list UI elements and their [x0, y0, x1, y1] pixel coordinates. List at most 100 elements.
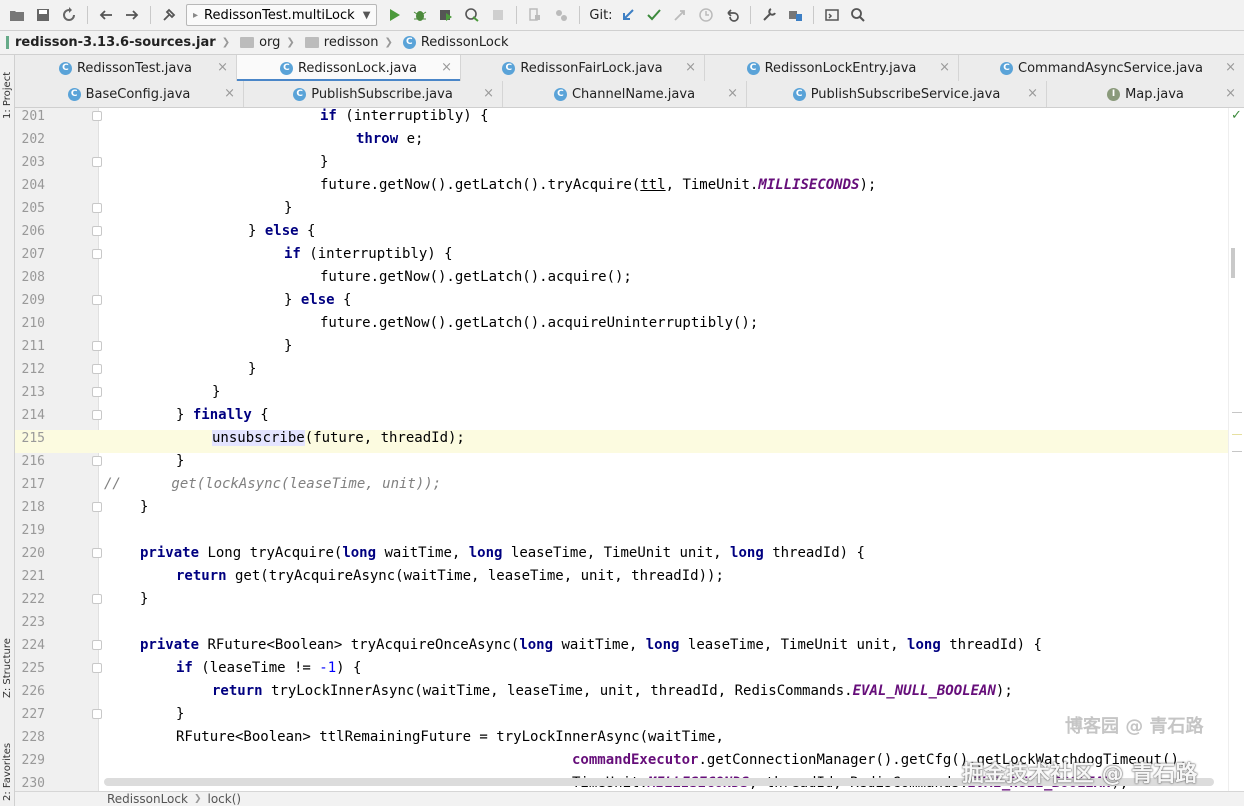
tab-publish-subscribe-service[interactable]: C PublishSubscribeService.java × — [747, 81, 1047, 107]
tab-publish-subscribe[interactable]: C PublishSubscribe.java × — [244, 81, 503, 107]
code-line[interactable]: 227} — [15, 706, 1228, 729]
close-icon[interactable]: × — [483, 86, 494, 101]
fold-marker-icon[interactable] — [92, 249, 102, 259]
close-icon[interactable]: × — [1027, 86, 1038, 101]
close-icon[interactable]: × — [685, 60, 696, 75]
attach-icon[interactable] — [524, 4, 546, 26]
project-structure-icon[interactable] — [784, 4, 806, 26]
tab-redisson-test[interactable]: C RedissonTest.java × — [15, 55, 237, 81]
fold-marker-icon[interactable] — [92, 203, 102, 213]
breadcrumb-org[interactable]: org ❯ — [240, 35, 301, 50]
stop-icon[interactable] — [487, 4, 509, 26]
settings-wrench-icon[interactable] — [758, 4, 780, 26]
tab-redisson-lock-entry[interactable]: C RedissonLockEntry.java × — [705, 55, 959, 81]
code-line[interactable]: 202 throw e; — [15, 131, 1228, 154]
git-rollback-icon[interactable] — [721, 4, 743, 26]
forward-arrow-icon[interactable] — [121, 4, 143, 26]
tab-command-async-service[interactable]: C CommandAsyncService.java × — [959, 55, 1244, 81]
code-line[interactable]: 226 return tryLockInnerAsync(waitTime, le… — [15, 683, 1228, 706]
open-folder-icon[interactable] — [6, 4, 28, 26]
favorites-tool-button[interactable]: 2: Favorites — [0, 723, 15, 801]
close-icon[interactable]: × — [224, 86, 235, 101]
close-icon[interactable]: × — [939, 60, 950, 75]
close-icon[interactable]: × — [727, 86, 738, 101]
code-line[interactable]: 228 RFuture<Boolean> ttlRemainingFuture =… — [15, 729, 1228, 752]
code-line[interactable]: 213} — [15, 384, 1228, 407]
fold-marker-icon[interactable] — [92, 640, 102, 650]
breadcrumb-redisson[interactable]: redisson ❯ — [304, 35, 399, 50]
code-line[interactable]: 203} — [15, 154, 1228, 177]
code-line[interactable]: 208 future.getNow().getLatch().acquire(); — [15, 269, 1228, 292]
breadcrumb-jar[interactable]: redisson-3.13.6-sources.jar ❯ — [6, 35, 236, 50]
sync-icon[interactable] — [58, 4, 80, 26]
code-line[interactable]: 216} — [15, 453, 1228, 476]
code-line[interactable]: 209} else { — [15, 292, 1228, 315]
fold-marker-icon[interactable] — [92, 456, 102, 466]
fold-marker-icon[interactable] — [92, 157, 102, 167]
status-crumb-class[interactable]: RedissonLock — [107, 792, 188, 806]
fold-marker-icon[interactable] — [92, 594, 102, 604]
code-line[interactable]: 212} — [15, 361, 1228, 384]
close-icon[interactable]: × — [217, 60, 228, 75]
fold-marker-icon[interactable] — [92, 410, 102, 420]
project-tool-button[interactable]: 1: Project — [0, 61, 15, 119]
fold-marker-icon[interactable] — [92, 548, 102, 558]
tab-base-config[interactable]: C BaseConfig.java × — [15, 81, 244, 107]
fold-marker-icon[interactable] — [92, 364, 102, 374]
run-configuration-select[interactable]: ▸ RedissonTest.multiLock ▼ — [186, 4, 378, 26]
status-crumb-method[interactable]: lock() — [208, 792, 242, 806]
debug-icon[interactable] — [409, 4, 431, 26]
git-update-icon[interactable] — [617, 4, 639, 26]
code-line[interactable]: 201 if (interruptibly) { — [15, 108, 1228, 131]
git-push-icon[interactable] — [669, 4, 691, 26]
git-commit-check-icon[interactable] — [643, 4, 665, 26]
tab-redisson-fair-lock[interactable]: C RedissonFairLock.java × — [461, 55, 705, 81]
tab-channel-name[interactable]: C ChannelName.java × — [503, 81, 747, 107]
code-line[interactable]: 221 return get(tryAcquireAsync(waitTime, … — [15, 568, 1228, 591]
build-hammer-icon[interactable] — [158, 4, 180, 26]
tab-redisson-lock[interactable]: C RedissonLock.java × — [237, 55, 461, 82]
scrollbar-thumb[interactable] — [1231, 248, 1235, 278]
fold-marker-icon[interactable] — [92, 709, 102, 719]
fold-marker-icon[interactable] — [92, 295, 102, 305]
coverage-icon[interactable] — [550, 4, 572, 26]
code-line[interactable]: 217 // get(lockAsync(leaseTime, unit)); — [15, 476, 1228, 499]
code-line[interactable]: 225 if (leaseTime != -1) { — [15, 660, 1228, 683]
search-icon[interactable] — [847, 4, 869, 26]
code-line[interactable]: 210 future.getNow().getLatch().acquireUni… — [15, 315, 1228, 338]
code-line[interactable]: 205} — [15, 200, 1228, 223]
close-icon[interactable]: × — [1225, 60, 1236, 75]
fold-marker-icon[interactable] — [92, 111, 102, 121]
run-icon[interactable] — [383, 4, 405, 26]
close-icon[interactable]: × — [441, 60, 452, 75]
run-with-coverage-icon[interactable] — [435, 4, 457, 26]
git-history-clock-icon[interactable] — [695, 4, 717, 26]
code-line[interactable]: 207 if (interruptibly) { — [15, 246, 1228, 269]
code-editor[interactable]: 201 if (interruptibly) { 202 throw e; 203}… — [15, 108, 1244, 791]
save-icon[interactable] — [32, 4, 54, 26]
fold-marker-icon[interactable] — [92, 387, 102, 397]
code-line[interactable]: 219 — [15, 522, 1228, 545]
code-line[interactable]: 222} — [15, 591, 1228, 614]
fold-marker-icon[interactable] — [92, 663, 102, 673]
terminal-icon[interactable] — [821, 4, 843, 26]
back-arrow-icon[interactable] — [95, 4, 117, 26]
code-line[interactable]: 206} else { — [15, 223, 1228, 246]
close-icon[interactable]: × — [1225, 86, 1236, 101]
code-line[interactable]: 223 — [15, 614, 1228, 637]
editor-error-stripe[interactable]: ✓ — [1228, 108, 1244, 791]
inspection-ok-check-icon[interactable]: ✓ — [1231, 108, 1242, 123]
breadcrumb-class[interactable]: C RedissonLock — [402, 35, 509, 50]
fold-marker-icon[interactable] — [92, 341, 102, 351]
code-line[interactable]: 214} finally { — [15, 407, 1228, 430]
tab-map[interactable]: I Map.java × — [1047, 81, 1244, 107]
code-line[interactable]: 218} — [15, 499, 1228, 522]
code-line[interactable]: 204 future.getNow().getLatch().tryAcquire… — [15, 177, 1228, 200]
fold-marker-icon[interactable] — [92, 502, 102, 512]
fold-marker-icon[interactable] — [92, 226, 102, 236]
profile-icon[interactable] — [461, 4, 483, 26]
code-line[interactable]: 224 private RFuture<Boolean> tryAcquireOn… — [15, 637, 1228, 660]
code-line[interactable]: 220 private Long tryAcquire(long waitTime… — [15, 545, 1228, 568]
structure-tool-button[interactable]: Z: Structure — [0, 620, 15, 698]
code-line[interactable]: 211} — [15, 338, 1228, 361]
